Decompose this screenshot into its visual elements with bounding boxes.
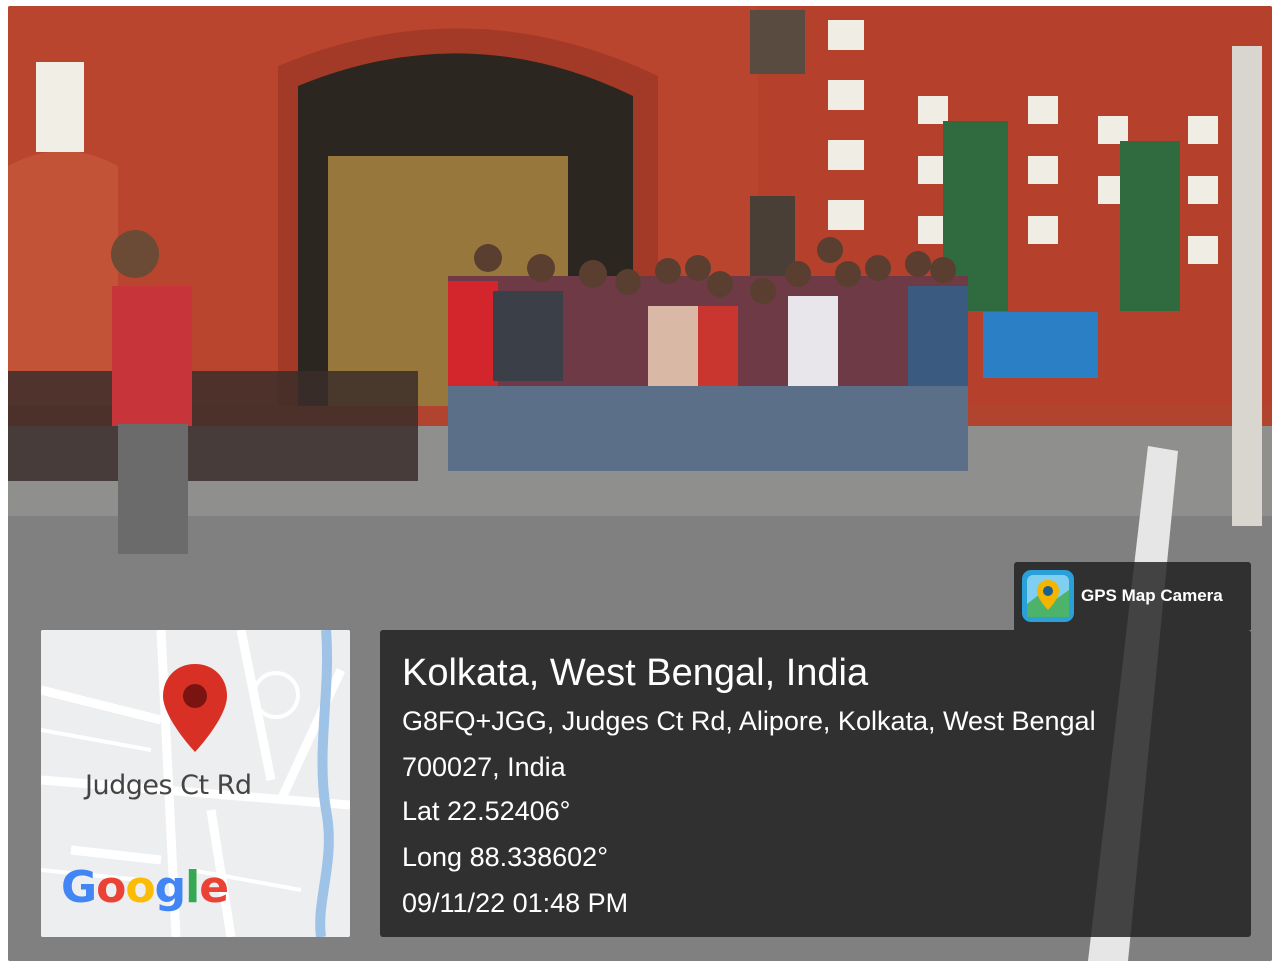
google-logo: Google <box>61 862 229 913</box>
iron-railing <box>8 371 418 481</box>
longitude: Long 88.338602° <box>402 842 608 872</box>
google-logo-letter: G <box>61 862 97 913</box>
person-red-shirt <box>112 286 192 426</box>
gps-map-camera-icon <box>1022 570 1074 627</box>
google-logo-letter: o <box>96 862 126 913</box>
google-logo-letter: o <box>125 862 155 913</box>
gps-map-camera-badge: GPS Map Camera <box>1014 562 1251 630</box>
google-logo-letter: l <box>185 862 200 913</box>
wall-lamp <box>36 62 84 152</box>
blue-barricade <box>983 312 1098 378</box>
person-head <box>111 230 159 278</box>
timestamp: 09/11/22 01:48 PM <box>402 888 629 918</box>
address-line-2: 700027, India <box>402 752 566 782</box>
latitude: Lat 22.52406° <box>402 796 571 826</box>
map-road-label: Judges Ct Rd <box>85 770 252 801</box>
location-map-thumbnail: Judges Ct Rd Google <box>41 630 350 937</box>
green-window-right <box>1120 141 1180 311</box>
google-logo-letter: e <box>199 862 229 913</box>
google-logo-letter: g <box>154 862 186 913</box>
person-grey-pants <box>118 424 188 554</box>
upper-window <box>750 10 805 74</box>
side-door <box>8 151 118 406</box>
app-name: GPS Map Camera <box>1081 586 1223 605</box>
location-info-panel: Kolkata, West Bengal, India G8FQ+JGG, Ju… <box>380 630 1251 937</box>
pillar <box>1232 46 1262 526</box>
place-title: Kolkata, West Bengal, India <box>402 652 869 694</box>
address-line-1: G8FQ+JGG, Judges Ct Rd, Alipore, Kolkata… <box>402 706 1096 736</box>
